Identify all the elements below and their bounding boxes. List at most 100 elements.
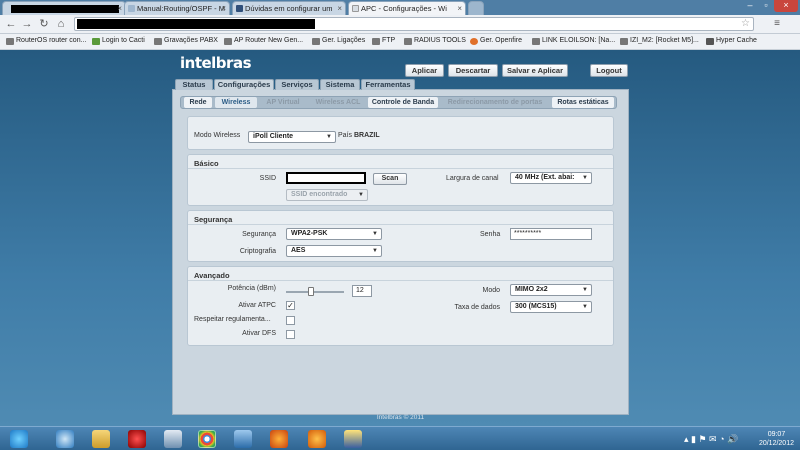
bookmark-icon [312, 38, 320, 45]
bookmark-label: Hyper Cache [716, 37, 757, 44]
wrench-menu-icon[interactable]: ≡ [770, 17, 784, 31]
scan-button[interactable]: Scan [373, 173, 407, 185]
logout-button[interactable]: Logout [590, 64, 628, 77]
flame-app-icon[interactable] [308, 430, 326, 448]
bookmark-item[interactable]: Gravações PABX [154, 37, 218, 45]
mode-select[interactable]: MIMO 2x2 ▼ [510, 284, 592, 296]
subtab-rede[interactable]: Rede [184, 97, 212, 108]
remote-desktop-icon[interactable] [234, 430, 252, 448]
password-input[interactable]: ********** [510, 228, 592, 240]
back-icon[interactable]: ← [4, 17, 18, 31]
forward-icon[interactable]: → [20, 17, 34, 31]
browser-tab-2[interactable]: Manual:Routing/OSPF - M × [124, 1, 230, 15]
power-slider-track[interactable] [286, 291, 344, 293]
country-label: País BRAZIL [338, 132, 380, 139]
bookmark-item[interactable]: FTP [372, 37, 395, 45]
wireless-mode-label: Modo Wireless [194, 132, 241, 139]
system-clock[interactable]: 09:07 20/12/2012 [759, 430, 794, 448]
country-value: BRAZIL [353, 132, 380, 139]
atpc-checkbox[interactable]: ✓ [286, 301, 295, 310]
tab-ferramentas[interactable]: Ferramentas [361, 79, 415, 90]
regulations-label: Respeitar regulamenta... [194, 316, 271, 323]
power-slider-handle[interactable] [308, 287, 314, 296]
windows-taskbar: ▴ ▮ ⚑ ✉ ◔ 🔊 09:07 20/12/2012 [0, 426, 800, 450]
security-section: Segurança Segurança WPA2-PSK ▼ Senha ***… [187, 210, 614, 262]
tab-servicos[interactable]: Serviços [275, 79, 319, 90]
wireless-mode-section: Modo Wireless iPoll Cliente ▼ País BRAZI… [187, 116, 614, 150]
subtab-rotas-estaticas[interactable]: Rotas estáticas [552, 97, 614, 108]
rate-label: Taxa de dados [454, 304, 500, 311]
browser-tab-1[interactable]: × [2, 1, 126, 15]
bookmark-item[interactable]: Login to Cacti [92, 37, 145, 45]
star-icon[interactable]: ☆ [741, 18, 750, 29]
dfs-checkbox[interactable] [286, 330, 295, 339]
page-footer: Intelbras © 2011 [376, 414, 425, 421]
tab-sistema[interactable]: Sistema [320, 79, 360, 90]
power-input[interactable]: 12 [352, 285, 372, 297]
bookmark-label: RouterOS router con... [16, 37, 87, 44]
bookmark-icon [532, 38, 540, 45]
rate-value: 300 (MCS15) [515, 303, 557, 310]
bookmark-item[interactable]: Hyper Cache [706, 37, 757, 45]
close-icon[interactable]: × [337, 4, 342, 13]
close-icon[interactable]: × [457, 4, 462, 13]
browser-tab-active[interactable]: APC - Configurações - Wi × [348, 1, 466, 15]
ie-icon[interactable] [10, 430, 28, 448]
dropdown-arrow-icon: ▼ [372, 231, 378, 237]
discard-button[interactable]: Descartar [448, 64, 498, 77]
bookmark-item[interactable]: Ger. Ligações [312, 37, 365, 45]
bookmark-icon [372, 38, 380, 45]
close-icon[interactable]: × [117, 4, 122, 13]
new-tab-button[interactable] [468, 1, 484, 15]
security-select[interactable]: WPA2-PSK ▼ [286, 228, 382, 240]
masked-url [77, 19, 315, 29]
divider [188, 224, 613, 225]
bookmark-icon [706, 38, 714, 45]
firefox-icon[interactable] [270, 430, 288, 448]
reload-icon[interactable]: ↻ [37, 17, 51, 31]
tab-status[interactable]: Status [175, 79, 213, 90]
tab-configuracoes[interactable]: Configurações [214, 79, 274, 90]
network-tool-icon[interactable] [164, 430, 182, 448]
folder-icon[interactable] [92, 430, 110, 448]
url-input[interactable]: ☆ [74, 17, 754, 31]
openfire-icon [470, 38, 478, 45]
bookmark-item[interactable]: LINK ELOILSON: [Na... [532, 37, 615, 45]
save-apply-button[interactable]: Salvar e Aplicar [502, 64, 568, 77]
minimize-icon[interactable]: – [742, 0, 758, 12]
chrome-icon[interactable] [198, 430, 216, 448]
browser-tab-3[interactable]: Dúvidas em configurar um × [232, 1, 346, 15]
subtab-controle-banda[interactable]: Controle de Banda [368, 97, 438, 108]
tray-icons[interactable]: ▴ ▮ ⚑ ✉ ◔ 🔊 [684, 434, 738, 445]
bookmark-item[interactable]: Ger. Openfire [470, 37, 523, 45]
clock-date: 20/12/2012 [758, 440, 794, 447]
network-utility-icon[interactable] [344, 430, 362, 448]
bookmark-item[interactable]: RouterOS router con... [6, 37, 87, 45]
close-icon[interactable]: × [221, 4, 226, 13]
ssid-input[interactable] [286, 172, 366, 184]
window-close-icon[interactable]: × [774, 0, 798, 12]
bookmark-item[interactable]: RADIUS TOOLS [404, 37, 466, 45]
bookmark-label: Login to Cacti [102, 37, 145, 44]
bookmark-label: Ger. Openfire [480, 37, 523, 44]
channel-width-select[interactable]: 40 MHz (Ext. abai: ▼ [510, 172, 592, 184]
maximize-icon[interactable]: ▫ [758, 0, 774, 12]
apply-button[interactable]: Aplicar [405, 64, 444, 77]
bookmark-icon [224, 38, 232, 45]
country-label-text: País [338, 132, 353, 139]
address-toolbar: ← → ↻ ⌂ ☆ ≡ [0, 15, 800, 34]
regulations-checkbox[interactable] [286, 316, 295, 325]
wireless-mode-select[interactable]: iPoll Cliente ▼ [248, 131, 336, 143]
bookmark-label: IZI_M2: [Rocket M5]... [630, 37, 699, 44]
bookmark-item[interactable]: AP Router New Gen... [224, 37, 303, 45]
crypto-select[interactable]: AES ▼ [286, 245, 382, 257]
subtab-wireless[interactable]: Wireless [215, 97, 257, 108]
skype-icon[interactable] [56, 430, 74, 448]
channel-width-value: 40 MHz (Ext. abai: [515, 174, 575, 181]
bookmark-item[interactable]: IZI_M2: [Rocket M5]... [620, 37, 699, 45]
atpc-label: Ativar ATPC [238, 302, 276, 309]
rate-select[interactable]: 300 (MCS15) ▼ [510, 301, 592, 313]
basic-section: Básico SSID Scan SSID encontrado ▼ Largu… [187, 154, 614, 206]
app-red-icon[interactable] [128, 430, 146, 448]
home-icon[interactable]: ⌂ [54, 17, 68, 31]
